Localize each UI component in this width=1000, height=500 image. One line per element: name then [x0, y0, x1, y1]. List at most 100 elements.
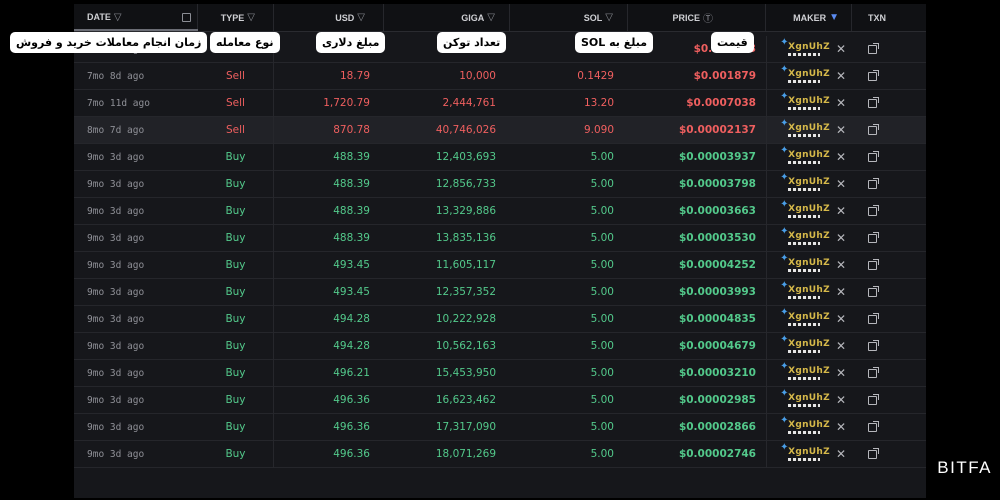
close-icon[interactable]: ✕ — [836, 312, 846, 326]
col-maker[interactable]: MAKER ▼ — [766, 4, 852, 31]
col-price[interactable]: PRICE Ⓣ — [628, 4, 766, 31]
trade-maker[interactable]: ✦ XgnUhZ ✕ — [766, 35, 852, 63]
trade-maker[interactable]: ✦ XgnUhZ ✕ — [766, 440, 852, 468]
maker-badge[interactable]: ✦ XgnUhZ — [780, 415, 830, 434]
col-type[interactable]: TYPE ▽ — [198, 4, 274, 31]
close-icon[interactable]: ✕ — [836, 150, 846, 164]
filter-icon[interactable]: ▽ — [357, 12, 365, 23]
maker-badge[interactable]: ✦ XgnUhZ — [780, 334, 830, 353]
table-row[interactable]: 9mo 3d ago Buy 488.39 13,329,886 5.00 $0.0000… — [74, 197, 926, 225]
close-icon[interactable]: ✕ — [836, 123, 846, 137]
maker-badge[interactable]: ✦ XgnUhZ — [780, 118, 830, 137]
trade-maker[interactable]: ✦ XgnUhZ ✕ — [766, 386, 852, 414]
trade-maker[interactable]: ✦ XgnUhZ ✕ — [766, 413, 852, 441]
table-row[interactable]: 7mo 8d ago Sell 18.79 10,000 0.1429 $0.001879… — [74, 62, 926, 90]
table-row[interactable]: 9mo 3d ago Buy 496.36 16,623,462 5.00 $0.0000… — [74, 386, 926, 414]
external-link-icon[interactable] — [868, 123, 879, 135]
filter-icon[interactable]: ▽ — [247, 12, 255, 23]
trade-maker[interactable]: ✦ XgnUhZ ✕ — [766, 305, 852, 333]
close-icon[interactable]: ✕ — [836, 420, 846, 434]
trade-maker[interactable]: ✦ XgnUhZ ✕ — [766, 143, 852, 171]
external-link-icon[interactable] — [868, 69, 879, 81]
trade-maker[interactable]: ✦ XgnUhZ ✕ — [766, 251, 852, 279]
trade-maker[interactable]: ✦ XgnUhZ ✕ — [766, 332, 852, 360]
maker-badge[interactable]: ✦ XgnUhZ — [780, 307, 830, 326]
close-icon[interactable]: ✕ — [836, 177, 846, 191]
maker-badge[interactable]: ✦ XgnUhZ — [780, 253, 830, 272]
external-link-icon[interactable] — [868, 339, 879, 351]
external-link-icon[interactable] — [868, 285, 879, 297]
trade-maker[interactable]: ✦ XgnUhZ ✕ — [766, 197, 852, 225]
external-link-icon[interactable] — [868, 366, 879, 378]
table-row[interactable]: 9mo 3d ago Buy 488.39 12,856,733 5.00 $0.0000… — [74, 170, 926, 198]
trade-maker[interactable]: ✦ XgnUhZ ✕ — [766, 278, 852, 306]
external-link-icon[interactable] — [868, 96, 879, 108]
trade-maker[interactable]: ✦ XgnUhZ ✕ — [766, 116, 852, 144]
trade-txn[interactable] — [852, 225, 926, 252]
external-link-icon[interactable] — [868, 231, 879, 243]
maker-badge[interactable]: ✦ XgnUhZ — [780, 64, 830, 83]
trade-maker[interactable]: ✦ XgnUhZ ✕ — [766, 89, 852, 117]
filter-icon[interactable]: ▽ — [114, 12, 122, 23]
col-sol[interactable]: SOL ▽ — [510, 4, 628, 31]
external-link-icon[interactable] — [868, 420, 879, 432]
dollar-toggle-icon[interactable]: Ⓣ — [703, 10, 713, 25]
table-row[interactable]: 9mo 3d ago Buy 494.28 10,562,163 5.00 $0.0000… — [74, 332, 926, 360]
trade-maker[interactable]: ✦ XgnUhZ ✕ — [766, 359, 852, 387]
table-row[interactable]: 9mo 3d ago Buy 493.45 11,605,117 5.00 $0.0000… — [74, 251, 926, 279]
trade-txn[interactable] — [852, 414, 926, 441]
external-link-icon[interactable] — [868, 177, 879, 189]
trade-maker[interactable]: ✦ XgnUhZ ✕ — [766, 224, 852, 252]
close-icon[interactable]: ✕ — [836, 339, 846, 353]
trade-txn[interactable] — [852, 252, 926, 279]
maker-badge[interactable]: ✦ XgnUhZ — [780, 91, 830, 110]
calendar-icon[interactable] — [182, 13, 191, 22]
trade-txn[interactable] — [852, 90, 926, 117]
trade-txn[interactable] — [852, 279, 926, 306]
maker-badge[interactable]: ✦ XgnUhZ — [780, 361, 830, 380]
table-row[interactable]: 9mo 3d ago Buy 488.39 13,835,136 5.00 $0.0000… — [74, 224, 926, 252]
trade-txn[interactable] — [852, 117, 926, 144]
external-link-icon[interactable] — [868, 447, 879, 459]
trade-txn[interactable] — [852, 333, 926, 360]
table-row[interactable]: 7mo 11d ago Sell 1,720.79 2,444,761 13.20 $0.… — [74, 89, 926, 117]
trade-txn[interactable] — [852, 171, 926, 198]
external-link-icon[interactable] — [868, 42, 879, 54]
close-icon[interactable]: ✕ — [836, 393, 846, 407]
close-icon[interactable]: ✕ — [836, 96, 846, 110]
close-icon[interactable]: ✕ — [836, 231, 846, 245]
maker-badge[interactable]: ✦ XgnUhZ — [780, 172, 830, 191]
maker-badge[interactable]: ✦ XgnUhZ — [780, 442, 830, 461]
close-icon[interactable]: ✕ — [836, 204, 846, 218]
close-icon[interactable]: ✕ — [836, 258, 846, 272]
table-row[interactable]: 9mo 3d ago Buy 493.45 12,357,352 5.00 $0.0000… — [74, 278, 926, 306]
trade-txn[interactable] — [852, 306, 926, 333]
table-row[interactable]: 9mo 3d ago Buy 496.36 17,317,090 5.00 $0.0000… — [74, 413, 926, 441]
external-link-icon[interactable] — [868, 258, 879, 270]
external-link-icon[interactable] — [868, 204, 879, 216]
filter-active-icon[interactable]: ▼ — [829, 12, 839, 23]
trade-maker[interactable]: ✦ XgnUhZ ✕ — [766, 62, 852, 90]
col-usd[interactable]: USD ▽ — [274, 4, 384, 31]
table-row[interactable]: 8mo 7d ago Sell 870.78 40,746,026 9.090 $0.00… — [74, 116, 926, 144]
trade-txn[interactable] — [852, 63, 926, 90]
filter-icon[interactable]: ▽ — [605, 12, 613, 23]
trade-txn[interactable] — [852, 144, 926, 171]
maker-badge[interactable]: ✦ XgnUhZ — [780, 388, 830, 407]
maker-badge[interactable]: ✦ XgnUhZ — [780, 280, 830, 299]
table-row[interactable]: 9mo 3d ago Buy 496.36 18,071,269 5.00 $0.0000… — [74, 440, 926, 468]
close-icon[interactable]: ✕ — [836, 285, 846, 299]
close-icon[interactable]: ✕ — [836, 42, 846, 56]
maker-badge[interactable]: ✦ XgnUhZ — [780, 226, 830, 245]
maker-badge[interactable]: ✦ XgnUhZ — [780, 199, 830, 218]
close-icon[interactable]: ✕ — [836, 366, 846, 380]
col-date[interactable]: DATE ▽ — [74, 4, 198, 31]
trade-txn[interactable] — [852, 36, 926, 63]
trade-txn[interactable] — [852, 441, 926, 468]
maker-badge[interactable]: ✦ XgnUhZ — [780, 145, 830, 164]
trade-txn[interactable] — [852, 198, 926, 225]
table-row[interactable]: 9mo 3d ago Buy 494.28 10,222,928 5.00 $0.0000… — [74, 305, 926, 333]
trade-txn[interactable] — [852, 360, 926, 387]
external-link-icon[interactable] — [868, 150, 879, 162]
close-icon[interactable]: ✕ — [836, 447, 846, 461]
